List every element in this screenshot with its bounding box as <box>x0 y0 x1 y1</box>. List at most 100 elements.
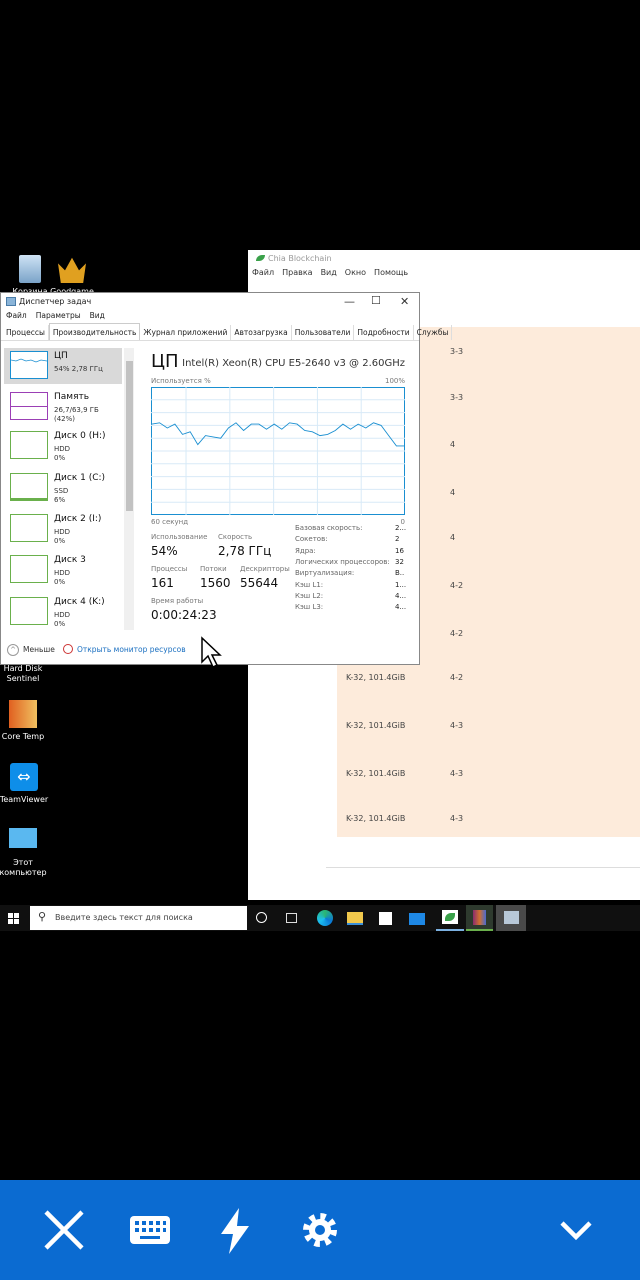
settings-gear-icon[interactable] <box>296 1206 344 1254</box>
chia-leaf-icon <box>256 255 265 261</box>
sidebar-item-name: Диск 0 (H:) <box>54 431 106 441</box>
sidebar-item-detail: HDD <box>54 445 71 453</box>
edge-icon[interactable] <box>317 910 333 926</box>
plot-label: 4 <box>450 533 456 542</box>
sidebar-item-4[interactable]: Диск 2 (I:) HDD 0% <box>4 511 122 547</box>
sidebar-item-name: ЦП <box>54 351 68 361</box>
plot-label: 3-3 <box>450 393 464 402</box>
chevron-up-icon[interactable]: ^ <box>7 644 19 656</box>
sidebar-item-detail: HDD <box>54 528 71 536</box>
sidebar-item-1[interactable]: Память 26,7/63,9 ГБ (42%) <box>4 389 122 425</box>
spec-value: 2 <box>395 535 400 544</box>
sidebar-item-detail: SSD <box>54 487 69 495</box>
spec-label: Сокетов: <box>295 535 328 544</box>
tab-0[interactable]: Процессы <box>3 325 49 340</box>
taskbar-chia[interactable] <box>436 905 464 931</box>
taskbar-winrar[interactable] <box>466 905 493 931</box>
tab-2[interactable]: Журнал приложений <box>140 325 232 340</box>
taskbar-search-box[interactable]: ⚲ Введите здесь текст для поиска <box>30 906 247 930</box>
task-manager-window[interactable]: Диспетчер задач — ☐ ✕ Файл Параметры Вид П… <box>0 292 453 665</box>
task-view-icon[interactable] <box>286 913 297 923</box>
uptime-label: Время работы <box>151 597 204 605</box>
close-button[interactable]: ✕ <box>400 295 409 308</box>
tm-titlebar[interactable]: Диспетчер задач — ☐ ✕ <box>1 293 419 311</box>
cpu-panel: ЦП Intel(R) Xeon(R) CPU E5-2640 v3 @ 2.6… <box>151 348 407 633</box>
sidebar-item-usage: 0% <box>54 578 66 586</box>
icon-label: Этот компьютер <box>0 858 47 877</box>
file-explorer-icon[interactable] <box>347 912 363 925</box>
plot-label: 4-2 <box>450 581 464 590</box>
open-resource-monitor-link[interactable]: Открыть монитор ресурсов <box>77 645 186 654</box>
desktop-icon-coretemp[interactable]: Core Temp <box>0 700 53 742</box>
spec-label: Базовая скорость: <box>295 524 363 532</box>
sidebar-item-5[interactable]: Диск 3 HDD 0% <box>4 552 122 588</box>
sidebar-item-3[interactable]: Диск 1 (C:) SSD 6% <box>4 470 122 506</box>
cortana-icon[interactable] <box>256 912 267 923</box>
remote-control-toolbar <box>0 1180 640 1280</box>
close-icon[interactable] <box>40 1206 88 1254</box>
tm-tabs: Процессы Производительность Журнал приложе… <box>1 323 453 341</box>
sidebar-item-usage: 0% <box>54 620 66 628</box>
desktop-icon-goodgame[interactable]: Goodgame <box>42 255 102 297</box>
divider <box>326 867 640 868</box>
taskbar-task-manager[interactable] <box>496 905 526 931</box>
sidebar-item-name: Диск 1 (C:) <box>54 473 106 483</box>
keyboard-icon[interactable] <box>126 1206 174 1254</box>
desktop-icon-hdsentinel[interactable]: Hard Disk Sentinel <box>0 664 53 684</box>
sidebar-thumbnail <box>10 555 48 583</box>
perf-sidebar: ЦП 54% 2,78 ГГц Память 26,7/63,9 ГБ (42%) Ди… <box>1 348 134 633</box>
chevron-down-icon[interactable] <box>552 1206 600 1254</box>
sidebar-item-6[interactable]: Диск 4 (K:) HDD 0% <box>4 594 122 630</box>
winrar-icon <box>473 910 486 925</box>
sidebar-item-0[interactable]: ЦП 54% 2,78 ГГц <box>4 348 122 384</box>
sidebar-thumbnail <box>10 597 48 625</box>
menu-options[interactable]: Параметры <box>36 311 81 320</box>
spec-label: Виртуализация: <box>295 569 355 578</box>
menu-window[interactable]: Окно <box>345 268 366 277</box>
menu-file[interactable]: Файл <box>6 311 27 320</box>
tab-6[interactable]: Службы <box>414 325 453 340</box>
menu-view[interactable]: Вид <box>321 268 337 277</box>
store-icon[interactable] <box>379 912 392 925</box>
plot-label: 4-2 <box>450 629 464 638</box>
sidebar-item-name: Диск 2 (I:) <box>54 514 102 524</box>
menu-view[interactable]: Вид <box>90 311 105 320</box>
search-icon: ⚲ <box>38 910 47 923</box>
chia-titlebar[interactable]: Chia Blockchain <box>248 250 640 268</box>
icon-label: Hard Disk Sentinel <box>3 664 43 683</box>
menu-file[interactable]: Файл <box>252 268 274 277</box>
fewer-details-button[interactable]: Меньше <box>23 645 55 654</box>
lightning-icon[interactable] <box>211 1206 259 1254</box>
windows-start-icon[interactable] <box>8 913 24 929</box>
usage-label: Использование <box>151 533 208 541</box>
tab-4[interactable]: Пользователи <box>292 325 355 340</box>
spec-value: 1... <box>395 580 407 589</box>
spec-label: Кэш L1: <box>295 580 324 589</box>
graph-label: Используется % <box>151 377 211 385</box>
menu-edit[interactable]: Правка <box>282 268 312 277</box>
sidebar-item-detail: HDD <box>54 569 71 577</box>
chia-title: Chia Blockchain <box>268 254 332 263</box>
sidebar-item-2[interactable]: Диск 0 (H:) HDD 0% <box>4 428 122 464</box>
speed-label: Скорость <box>218 533 253 541</box>
mail-icon[interactable] <box>409 913 425 925</box>
spec-value: 4... <box>395 603 407 612</box>
plot-size: K-32, 101.4GiB <box>346 814 406 823</box>
cpu-heading: ЦП <box>151 351 179 372</box>
tab-3[interactable]: Автозагрузка <box>231 325 292 340</box>
maximize-button[interactable]: ☐ <box>371 294 381 307</box>
desktop-icon-teamviewer[interactable]: ⇔ TeamViewer <box>0 763 54 805</box>
sidebar-thumbnail <box>10 473 48 501</box>
desktop-icon-this-pc[interactable]: Этот компьютер <box>0 828 53 878</box>
menu-help[interactable]: Помощь <box>374 268 408 277</box>
computer-icon <box>9 828 37 848</box>
windows-taskbar: ⚲ Введите здесь текст для поиска <box>0 905 640 931</box>
spec-label: Ядра: <box>295 546 316 555</box>
icon-label: Core Temp <box>1 732 45 741</box>
tab-1[interactable]: Производительность <box>48 323 141 340</box>
scrollbar-thumb[interactable] <box>126 361 133 511</box>
tab-5[interactable]: Подробности <box>354 325 414 340</box>
minimize-button[interactable]: — <box>344 295 355 308</box>
sidebar-item-usage: 0% <box>54 537 66 545</box>
sidebar-thumbnail <box>10 514 48 542</box>
